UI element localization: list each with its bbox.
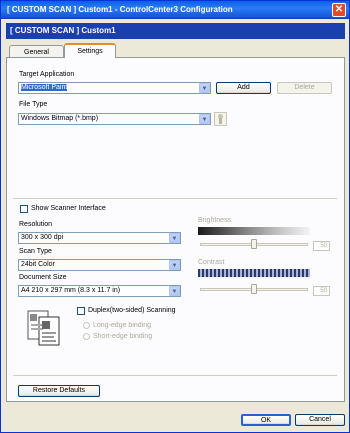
divider [13,375,337,376]
restore-defaults-button[interactable]: Restore Defaults [18,385,100,397]
chevron-down-icon[interactable]: ▼ [199,114,210,124]
resolution-value: 300 x 300 dpi [21,234,64,241]
duplex-document-icon [27,307,67,347]
scan-type-value: 24bit Color [21,261,55,268]
add-button[interactable]: Add [216,82,271,94]
show-scanner-interface-checkbox[interactable] [20,205,28,213]
delete-button: Delete [277,82,332,94]
window-title: [ CUSTOM SCAN ] Custom1 - ControlCenter3… [1,1,349,19]
file-type-select[interactable]: Windows Bitmap (*.bmp) [18,113,211,125]
file-size-button[interactable] [214,112,227,126]
chevron-down-icon[interactable]: ▼ [169,286,180,296]
resolution-label: Resolution [19,221,53,228]
brightness-gradient [198,227,310,235]
file-type-value: Windows Bitmap (*.bmp) [21,115,99,122]
chevron-down-icon[interactable]: ▼ [169,233,180,243]
show-scanner-interface-label: Show Scanner Interface [31,205,106,212]
file-type-label: File Type [19,101,48,108]
profile-header: [ CUSTOM SCAN ] Custom1 [6,23,345,39]
duplex-checkbox[interactable] [77,307,85,315]
target-application-select[interactable]: Microsoft Paint [18,82,211,94]
contrast-label: Contrast [198,259,225,266]
short-edge-radio [83,333,90,340]
target-application-value: Microsoft Paint [21,84,68,91]
contrast-slider-thumb[interactable] [251,284,257,294]
divider [13,198,337,199]
contrast-pattern [198,269,310,277]
scan-type-select[interactable]: 24bit Color [18,259,181,271]
document-size-label: Document Size [19,274,67,281]
short-edge-label: Short-edge binding [93,333,153,340]
long-edge-label: Long-edge binding [93,322,151,329]
ok-button[interactable]: OK [241,414,291,426]
scan-type-label: Scan Type [19,248,52,255]
tab-settings[interactable]: Settings [64,43,116,58]
document-size-value: A4 210 x 297 mm (8.3 x 11.7 in) [21,287,121,294]
brightness-label: Brightness [198,217,232,224]
brightness-value[interactable]: 50 [313,241,330,251]
long-edge-radio [83,322,90,329]
duplex-label: Duplex(two-sided) Scanning [88,307,176,314]
close-button[interactable]: ✕ [332,3,346,17]
target-application-label: Target Application [19,71,75,78]
config-window: [ CUSTOM SCAN ] Custom1 - ControlCenter3… [0,0,350,433]
cancel-button[interactable]: Cancel [295,414,345,426]
chevron-down-icon[interactable]: ▼ [169,260,180,270]
document-size-select[interactable]: A4 210 x 297 mm (8.3 x 11.7 in) [18,285,181,297]
chevron-down-icon[interactable]: ▼ [199,83,210,93]
file-size-icon [218,114,223,124]
brightness-slider-thumb[interactable] [251,239,257,249]
contrast-value[interactable]: 50 [313,286,330,296]
resolution-select[interactable]: 300 x 300 dpi [18,232,181,244]
close-icon: ✕ [334,4,344,15]
